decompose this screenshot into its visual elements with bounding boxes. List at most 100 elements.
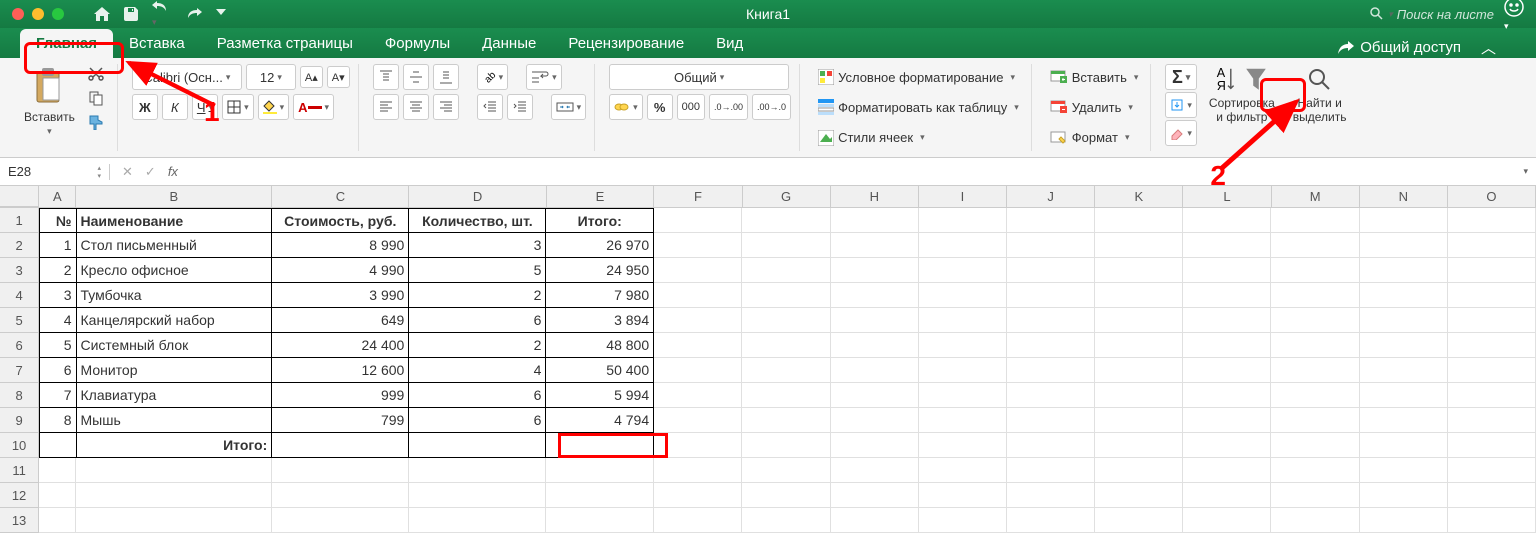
cell-L6[interactable] bbox=[1183, 333, 1271, 358]
cell-G12[interactable] bbox=[742, 483, 830, 508]
cell-K8[interactable] bbox=[1095, 383, 1183, 408]
cell-L11[interactable] bbox=[1183, 458, 1271, 483]
enter-formula-icon[interactable]: ✓ bbox=[145, 164, 156, 180]
close-window[interactable] bbox=[12, 8, 24, 20]
cell-A1[interactable]: № bbox=[39, 208, 76, 233]
border-button[interactable] bbox=[222, 94, 254, 120]
cell-D12[interactable] bbox=[409, 483, 546, 508]
format-cells-button[interactable]: Формат bbox=[1046, 128, 1143, 147]
cell-I11[interactable] bbox=[919, 458, 1007, 483]
cell-J7[interactable] bbox=[1007, 358, 1095, 383]
wrap-text-icon[interactable] bbox=[526, 64, 562, 90]
cell-F2[interactable] bbox=[654, 233, 742, 258]
cell-O11[interactable] bbox=[1448, 458, 1536, 483]
cell-I9[interactable] bbox=[919, 408, 1007, 433]
cell-E13[interactable] bbox=[546, 508, 654, 533]
cell-D2[interactable]: 3 bbox=[409, 233, 546, 258]
cell-I2[interactable] bbox=[919, 233, 1007, 258]
cell-K5[interactable] bbox=[1095, 308, 1183, 333]
cell-J10[interactable] bbox=[1007, 433, 1095, 458]
name-box[interactable]: E28▴▾ bbox=[0, 164, 110, 180]
cell-O10[interactable] bbox=[1448, 433, 1536, 458]
find-select-button[interactable]: Найти и выделить bbox=[1287, 64, 1353, 146]
cell-M8[interactable] bbox=[1271, 383, 1359, 408]
cell-A11[interactable] bbox=[39, 458, 76, 483]
cell-L2[interactable] bbox=[1183, 233, 1271, 258]
cell-H3[interactable] bbox=[831, 258, 919, 283]
cell-M11[interactable] bbox=[1271, 458, 1359, 483]
cell-B7[interactable]: Монитор bbox=[77, 358, 273, 383]
font-size-select[interactable]: 12 bbox=[246, 64, 296, 90]
decrease-indent-icon[interactable] bbox=[477, 94, 503, 120]
cell-B3[interactable]: Кресло офисное bbox=[77, 258, 273, 283]
row-header-6[interactable]: 6 bbox=[0, 333, 39, 358]
cell-O4[interactable] bbox=[1448, 283, 1536, 308]
cell-H9[interactable] bbox=[831, 408, 919, 433]
column-header-D[interactable]: D bbox=[409, 186, 546, 207]
cell-K9[interactable] bbox=[1095, 408, 1183, 433]
column-header-G[interactable]: G bbox=[743, 186, 831, 207]
cell-B6[interactable]: Системный блок bbox=[77, 333, 273, 358]
cell-E3[interactable]: 24 950 bbox=[546, 258, 654, 283]
cell-M10[interactable] bbox=[1271, 433, 1359, 458]
cell-H7[interactable] bbox=[831, 358, 919, 383]
cell-K4[interactable] bbox=[1095, 283, 1183, 308]
cell-C7[interactable]: 12 600 bbox=[272, 358, 409, 383]
conditional-formatting-button[interactable]: Условное форматирование bbox=[814, 67, 1023, 87]
cell-O6[interactable] bbox=[1448, 333, 1536, 358]
cell-O7[interactable] bbox=[1448, 358, 1536, 383]
cell-E12[interactable] bbox=[546, 483, 654, 508]
cell-F13[interactable] bbox=[654, 508, 742, 533]
paste-button[interactable]: Вставить ▾ bbox=[20, 64, 79, 141]
cell-G5[interactable] bbox=[742, 308, 830, 333]
cell-M7[interactable] bbox=[1271, 358, 1359, 383]
column-header-F[interactable]: F bbox=[654, 186, 742, 207]
cell-L12[interactable] bbox=[1183, 483, 1271, 508]
row-header-8[interactable]: 8 bbox=[0, 383, 39, 408]
cell-O1[interactable] bbox=[1448, 208, 1536, 233]
column-header-K[interactable]: K bbox=[1095, 186, 1183, 207]
cell-E7[interactable]: 50 400 bbox=[546, 358, 654, 383]
align-right-icon[interactable] bbox=[433, 94, 459, 120]
cell-H1[interactable] bbox=[831, 208, 919, 233]
tab-view[interactable]: Вид bbox=[700, 29, 759, 58]
cell-K11[interactable] bbox=[1095, 458, 1183, 483]
cell-A8[interactable]: 7 bbox=[39, 383, 76, 408]
align-top-icon[interactable] bbox=[373, 64, 399, 90]
cell-G6[interactable] bbox=[742, 333, 830, 358]
cell-K3[interactable] bbox=[1095, 258, 1183, 283]
cell-N8[interactable] bbox=[1360, 383, 1448, 408]
cell-N5[interactable] bbox=[1360, 308, 1448, 333]
align-middle-icon[interactable] bbox=[403, 64, 429, 90]
cell-J6[interactable] bbox=[1007, 333, 1095, 358]
cell-O2[interactable] bbox=[1448, 233, 1536, 258]
cell-G11[interactable] bbox=[742, 458, 830, 483]
row-header-7[interactable]: 7 bbox=[0, 358, 39, 383]
cell-I1[interactable] bbox=[919, 208, 1007, 233]
cell-M1[interactable] bbox=[1271, 208, 1359, 233]
bold-button[interactable]: Ж bbox=[132, 94, 158, 120]
cell-E10[interactable] bbox=[546, 433, 654, 458]
cell-L1[interactable] bbox=[1183, 208, 1271, 233]
cell-H12[interactable] bbox=[831, 483, 919, 508]
cell-E9[interactable]: 4 794 bbox=[546, 408, 654, 433]
cell-F10[interactable] bbox=[654, 433, 742, 458]
cell-N13[interactable] bbox=[1360, 508, 1448, 533]
row-header-11[interactable]: 11 bbox=[0, 458, 39, 483]
fx-icon[interactable]: fx bbox=[168, 164, 178, 180]
cell-K12[interactable] bbox=[1095, 483, 1183, 508]
cell-M2[interactable] bbox=[1271, 233, 1359, 258]
cell-E2[interactable]: 26 970 bbox=[546, 233, 654, 258]
cell-F11[interactable] bbox=[654, 458, 742, 483]
cell-F7[interactable] bbox=[654, 358, 742, 383]
cell-A13[interactable] bbox=[39, 508, 76, 533]
column-header-J[interactable]: J bbox=[1007, 186, 1095, 207]
cell-D3[interactable]: 5 bbox=[409, 258, 546, 283]
align-center-icon[interactable] bbox=[403, 94, 429, 120]
cell-B13[interactable] bbox=[76, 508, 272, 533]
cell-A10[interactable] bbox=[39, 433, 76, 458]
number-format-select[interactable]: Общий bbox=[609, 64, 789, 90]
cell-J8[interactable] bbox=[1007, 383, 1095, 408]
row-header-1[interactable]: 1 bbox=[0, 208, 39, 233]
cell-F6[interactable] bbox=[654, 333, 742, 358]
